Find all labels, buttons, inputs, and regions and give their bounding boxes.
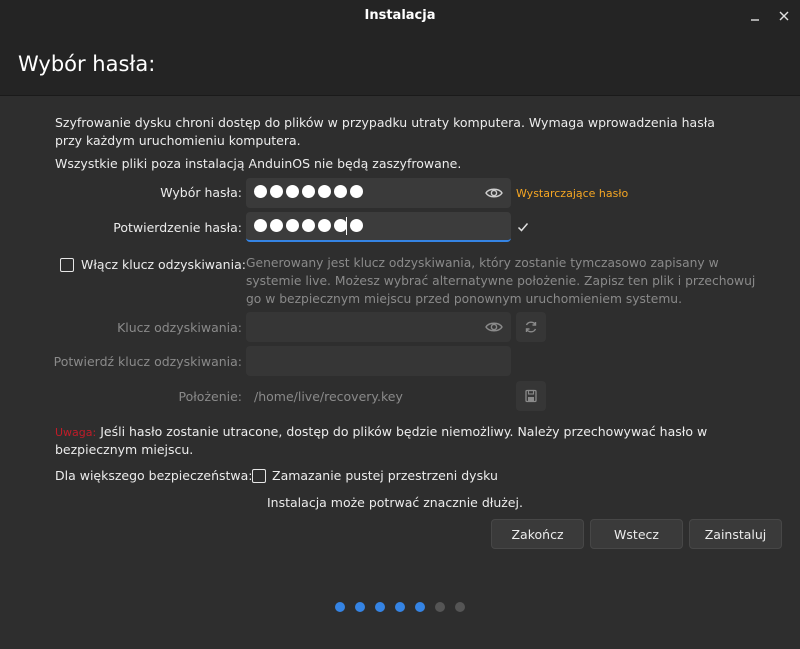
mask-dot xyxy=(302,185,315,198)
install-button[interactable]: Zainstaluj xyxy=(689,519,782,549)
location-value: /home/live/recovery.key xyxy=(254,389,403,404)
recovery-desc-1: Generowany jest klucz odzyskiwania, któr… xyxy=(246,256,719,270)
step-progress-indicator xyxy=(335,602,465,612)
regenerate-key-button xyxy=(516,312,546,342)
window-title: Instalacja xyxy=(364,8,436,23)
confirm-recovery-key-label: Potwierdź klucz odzyskiwania: xyxy=(53,354,242,369)
intro-line-1: Szyfrowanie dysku chroni dostęp do plikó… xyxy=(55,115,715,130)
password-label: Wybór hasła: xyxy=(160,185,242,200)
warning-prefix: Uwaga: xyxy=(55,426,97,439)
intro-line-3: Wszystkie pliki poza instalacją AnduinOS… xyxy=(55,156,462,171)
wipe-free-space-checkbox[interactable] xyxy=(252,469,266,483)
mask-dot xyxy=(254,219,267,232)
confirm-recovery-key-field xyxy=(246,346,511,376)
page-title: Wybór hasła: xyxy=(18,52,156,76)
mask-dot xyxy=(350,219,363,232)
refresh-icon xyxy=(525,321,537,333)
minimize-button[interactable] xyxy=(745,6,765,26)
recovery-key-checkbox-label[interactable]: Włącz klucz odzyskiwania: xyxy=(81,256,246,274)
security-label: Dla większego bezpieczeństwa: xyxy=(55,468,253,483)
mask-dot xyxy=(318,219,331,232)
progress-step-dot xyxy=(335,602,345,612)
minimize-icon xyxy=(751,19,759,21)
mask-dot xyxy=(334,185,347,198)
warning-text: Jeśli hasło zostanie utracone, dostęp do… xyxy=(100,424,708,439)
password-mask xyxy=(254,185,363,198)
progress-step-dot xyxy=(415,602,425,612)
eye-icon[interactable] xyxy=(485,185,503,201)
progress-step-dot xyxy=(355,602,365,612)
location-label: Położenie: xyxy=(178,389,243,404)
intro-line-2: przy każdym uruchomieniu komputera. xyxy=(55,133,301,148)
back-button[interactable]: Wstecz xyxy=(590,519,683,549)
password-field[interactable] xyxy=(246,178,511,208)
confirm-password-field[interactable] xyxy=(246,212,511,242)
mask-dot xyxy=(318,185,331,198)
password-strength: Wystarczające hasło xyxy=(516,187,629,200)
mask-dot xyxy=(302,219,315,232)
progress-step-dot xyxy=(455,602,465,612)
confirm-password-label: Potwierdzenie hasła: xyxy=(113,220,242,235)
progress-step-dot xyxy=(435,602,445,612)
choose-location-button xyxy=(516,381,546,411)
window-titlebar: Instalacja xyxy=(0,0,800,32)
progress-step-dot xyxy=(375,602,385,612)
page-header: Wybór hasła: xyxy=(0,32,800,96)
warning-line-2: bezpiecznym miejscu. xyxy=(55,442,194,457)
mask-dot xyxy=(286,219,299,232)
recovery-desc-3: go w bezpiecznym miejscu przed ponownym … xyxy=(246,292,682,306)
recovery-desc-2: systemie live. Możesz wybrać alternatywn… xyxy=(246,274,756,288)
mask-dot xyxy=(254,185,267,198)
progress-step-dot xyxy=(395,602,405,612)
recovery-key-label: Klucz odzyskiwania: xyxy=(117,320,242,335)
warning-line-1: Uwaga: Jeśli hasło zostanie utracone, do… xyxy=(55,423,707,442)
quit-button[interactable]: Zakończ xyxy=(491,519,584,549)
mask-dot xyxy=(286,185,299,198)
mask-dot xyxy=(270,185,283,198)
close-button[interactable] xyxy=(774,6,794,26)
mask-dot xyxy=(350,185,363,198)
mask-dot xyxy=(270,219,283,232)
security-note: Instalacja może potrwać znacznie dłużej. xyxy=(267,495,523,510)
close-icon xyxy=(779,11,789,21)
checkmark-icon xyxy=(517,223,529,232)
recovery-key-checkbox[interactable] xyxy=(60,258,74,272)
eye-icon xyxy=(485,322,503,332)
save-file-icon xyxy=(525,389,537,403)
recovery-key-field xyxy=(246,312,511,342)
text-cursor xyxy=(346,217,347,235)
wipe-free-space-label[interactable]: Zamazanie pustej przestrzeni dysku xyxy=(272,467,498,485)
